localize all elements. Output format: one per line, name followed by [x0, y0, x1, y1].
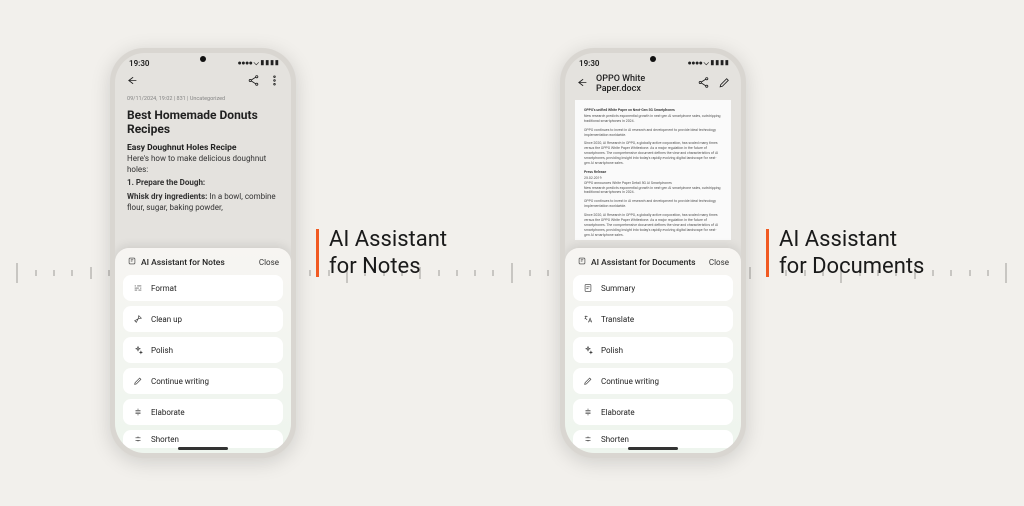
camera-notch [200, 56, 206, 62]
home-indicator[interactable] [178, 447, 228, 450]
sheet-action-list: Format Clean up Polish Continue writing [123, 275, 283, 448]
action-polish[interactable]: Polish [573, 337, 733, 363]
phone-mockup-docs: 19:30 ●●●● ⌵ ▮▮▮▮ OPPO White Paper.docx … [560, 48, 746, 458]
sheet-action-list: Summary Translate Polish Continue writin… [573, 275, 733, 448]
sheet-header: AI Assistant for Documents Close [573, 256, 733, 275]
action-label: Shorten [601, 435, 629, 444]
ai-sheet-notes: AI Assistant for Notes Close Format Clea… [115, 248, 291, 453]
caption-line2: for Documents [779, 253, 924, 281]
docs-screen: 19:30 ●●●● ⌵ ▮▮▮▮ OPPO White Paper.docx … [565, 53, 741, 453]
sheet-header: AI Assistant for Notes Close [123, 256, 283, 275]
action-label: Shorten [151, 435, 179, 444]
sparkle-icon [577, 256, 587, 269]
sheet-title: AI Assistant for Notes [141, 258, 225, 268]
summary-icon [583, 283, 593, 293]
expand-icon [133, 407, 143, 417]
action-label: Continue writing [601, 377, 659, 386]
action-label: Polish [601, 346, 623, 355]
pen-icon [133, 376, 143, 386]
collapse-icon [583, 434, 593, 444]
action-label: Elaborate [601, 408, 635, 417]
action-polish[interactable]: Polish [123, 337, 283, 363]
action-elaborate[interactable]: Elaborate [123, 399, 283, 425]
action-shorten[interactable]: Shorten [123, 430, 283, 448]
action-label: Summary [601, 284, 635, 293]
translate-icon [583, 314, 593, 324]
action-label: Polish [151, 346, 173, 355]
caption-accent-bar [316, 229, 319, 277]
caption-line2: for Notes [329, 253, 447, 281]
camera-notch [650, 56, 656, 62]
sparkles-icon [583, 345, 593, 355]
broom-icon [133, 314, 143, 324]
phone-mockup-notes: 19:30 ●●●● ⌵ ▮▮▮▮ 09/11/2024, 19:02 | 83… [110, 48, 296, 458]
sheet-close-button[interactable]: Close [259, 258, 279, 267]
caption-notes: AI Assistant for Notes [316, 226, 447, 281]
home-indicator[interactable] [628, 447, 678, 450]
format-icon [133, 283, 143, 293]
ai-sheet-docs: AI Assistant for Documents Close Summary… [565, 248, 741, 453]
notes-stage: 19:30 ●●●● ⌵ ▮▮▮▮ 09/11/2024, 19:02 | 83… [110, 48, 620, 458]
action-summary[interactable]: Summary [573, 275, 733, 301]
expand-icon [583, 407, 593, 417]
action-format[interactable]: Format [123, 275, 283, 301]
action-shorten[interactable]: Shorten [573, 430, 733, 448]
action-translate[interactable]: Translate [573, 306, 733, 332]
caption-accent-bar [766, 229, 769, 277]
collapse-icon [133, 434, 143, 444]
action-elaborate[interactable]: Elaborate [573, 399, 733, 425]
notes-screen: 19:30 ●●●● ⌵ ▮▮▮▮ 09/11/2024, 19:02 | 83… [115, 53, 291, 453]
sparkle-icon [127, 256, 137, 269]
docs-stage: 19:30 ●●●● ⌵ ▮▮▮▮ OPPO White Paper.docx … [560, 48, 1024, 458]
sheet-close-button[interactable]: Close [709, 258, 729, 267]
action-continue[interactable]: Continue writing [123, 368, 283, 394]
action-label: Clean up [151, 315, 182, 324]
sparkles-icon [133, 345, 143, 355]
action-label: Translate [601, 315, 634, 324]
caption-line1: AI Assistant [779, 226, 924, 254]
action-label: Format [151, 284, 177, 293]
caption-line1: AI Assistant [329, 226, 447, 254]
action-cleanup[interactable]: Clean up [123, 306, 283, 332]
sheet-title: AI Assistant for Documents [591, 258, 696, 268]
action-label: Elaborate [151, 408, 185, 417]
action-continue[interactable]: Continue writing [573, 368, 733, 394]
action-label: Continue writing [151, 377, 209, 386]
pen-icon [583, 376, 593, 386]
caption-docs: AI Assistant for Documents [766, 226, 924, 281]
